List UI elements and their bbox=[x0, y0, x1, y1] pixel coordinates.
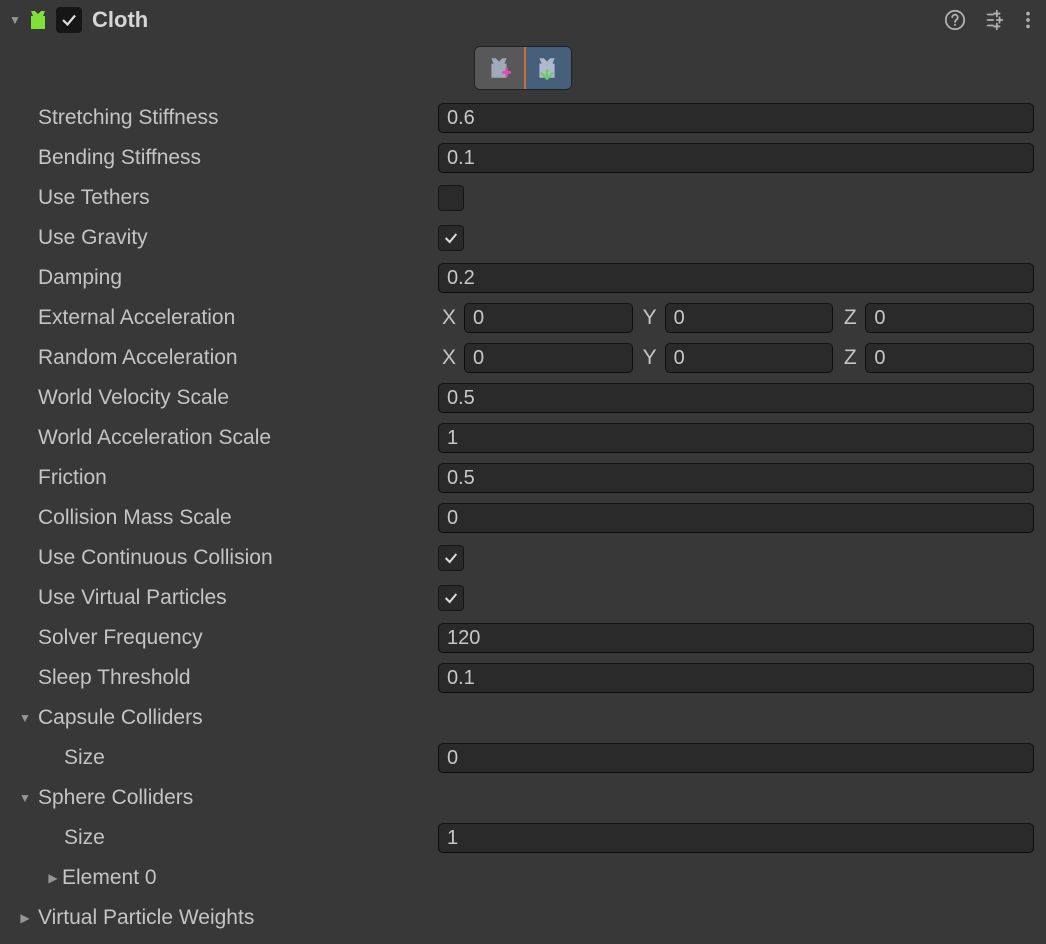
label-element-0: Element 0 bbox=[62, 866, 462, 890]
label-use-gravity: Use Gravity bbox=[38, 226, 438, 250]
foldout-virtual-particle-weights[interactable] bbox=[16, 909, 34, 927]
properties-panel: Stretching Stiffness Bending Stiffness U… bbox=[0, 98, 1046, 938]
input-stretching-stiffness[interactable] bbox=[438, 103, 1034, 133]
cloth-edit-toolbar bbox=[0, 40, 1046, 98]
input-solver-frequency[interactable] bbox=[438, 623, 1034, 653]
input-rand-accel-y[interactable] bbox=[665, 343, 834, 373]
label-sphere-colliders: Sphere Colliders bbox=[38, 786, 193, 810]
input-bending-stiffness[interactable] bbox=[438, 143, 1034, 173]
input-ext-accel-y[interactable] bbox=[665, 303, 834, 333]
label-bending-stiffness: Bending Stiffness bbox=[38, 146, 438, 170]
header-icons bbox=[944, 9, 1038, 31]
axis-y2: Y bbox=[639, 346, 661, 370]
label-virtual-particle-weights: Virtual Particle Weights bbox=[38, 906, 254, 930]
input-ext-accel-x[interactable] bbox=[464, 303, 633, 333]
axis-z: Z bbox=[839, 306, 861, 330]
menu-icon[interactable] bbox=[1024, 9, 1032, 31]
label-sphere-size: Size bbox=[64, 826, 438, 850]
label-friction: Friction bbox=[38, 466, 438, 490]
axis-x: X bbox=[438, 306, 460, 330]
label-capsule-size: Size bbox=[64, 746, 438, 770]
input-world-acceleration-scale[interactable] bbox=[438, 423, 1034, 453]
label-capsule-colliders: Capsule Colliders bbox=[38, 706, 203, 730]
input-sphere-size[interactable] bbox=[438, 823, 1034, 853]
component-enable-checkbox[interactable] bbox=[56, 7, 82, 33]
input-collision-mass-scale[interactable] bbox=[438, 503, 1034, 533]
component-header: Cloth bbox=[0, 0, 1046, 40]
checkbox-use-continuous-collision[interactable] bbox=[438, 545, 464, 571]
label-world-velocity-scale: World Velocity Scale bbox=[38, 386, 438, 410]
checkbox-use-virtual-particles[interactable] bbox=[438, 585, 464, 611]
input-world-velocity-scale[interactable] bbox=[438, 383, 1034, 413]
label-solver-frequency: Solver Frequency bbox=[38, 626, 438, 650]
input-capsule-size[interactable] bbox=[438, 743, 1034, 773]
component-title: Cloth bbox=[92, 7, 944, 33]
foldout-capsule-colliders[interactable] bbox=[16, 709, 34, 727]
presets-icon[interactable] bbox=[984, 9, 1006, 31]
help-icon[interactable] bbox=[944, 9, 966, 31]
label-use-tethers: Use Tethers bbox=[38, 186, 438, 210]
foldout-sphere-colliders[interactable] bbox=[16, 789, 34, 807]
cloth-self-collision-tool-button[interactable] bbox=[523, 47, 571, 89]
cloth-icon bbox=[26, 8, 50, 32]
checkbox-use-gravity[interactable] bbox=[438, 225, 464, 251]
input-rand-accel-z[interactable] bbox=[865, 343, 1034, 373]
foldout-component[interactable] bbox=[6, 11, 24, 29]
label-damping: Damping bbox=[38, 266, 438, 290]
input-rand-accel-x[interactable] bbox=[464, 343, 633, 373]
foldout-element-0[interactable] bbox=[44, 869, 62, 887]
label-use-virtual-particles: Use Virtual Particles bbox=[38, 586, 438, 610]
label-sleep-threshold: Sleep Threshold bbox=[38, 666, 438, 690]
label-world-acceleration-scale: World Acceleration Scale bbox=[38, 426, 438, 450]
input-sleep-threshold[interactable] bbox=[438, 663, 1034, 693]
label-random-acceleration: Random Acceleration bbox=[38, 346, 438, 370]
input-damping[interactable] bbox=[438, 263, 1034, 293]
axis-z2: Z bbox=[839, 346, 861, 370]
axis-y: Y bbox=[639, 306, 661, 330]
label-stretching-stiffness: Stretching Stiffness bbox=[38, 106, 438, 130]
checkbox-use-tethers[interactable] bbox=[438, 185, 464, 211]
label-collision-mass-scale: Collision Mass Scale bbox=[38, 506, 438, 530]
input-friction[interactable] bbox=[438, 463, 1034, 493]
axis-x2: X bbox=[438, 346, 460, 370]
label-external-acceleration: External Acceleration bbox=[38, 306, 438, 330]
label-use-continuous-collision: Use Continuous Collision bbox=[38, 546, 438, 570]
input-ext-accel-z[interactable] bbox=[865, 303, 1034, 333]
cloth-constraints-tool-button[interactable] bbox=[475, 47, 523, 89]
